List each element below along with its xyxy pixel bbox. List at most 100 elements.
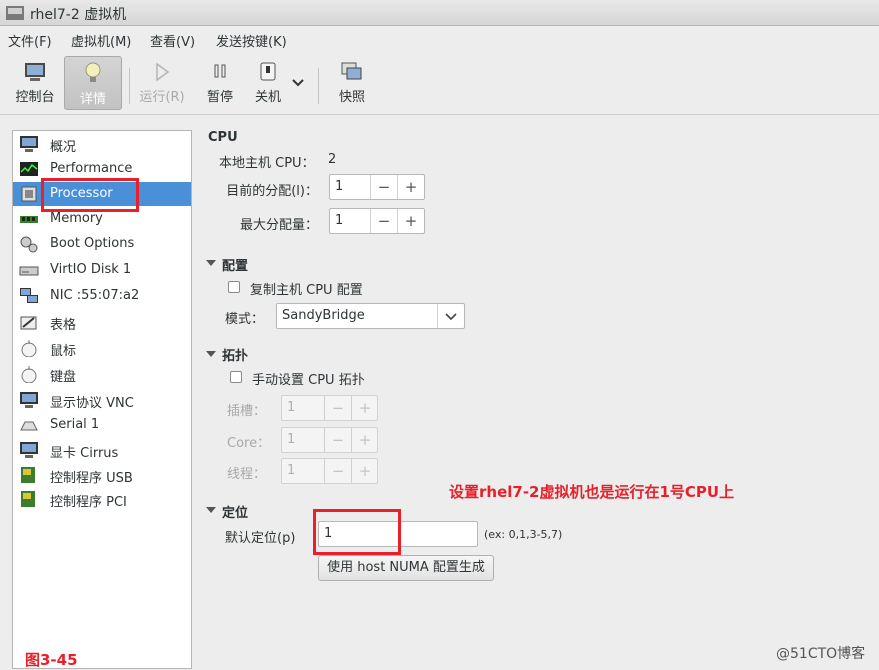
console-label: 控制台 [15, 90, 55, 105]
plus-icon[interactable]: + [351, 459, 378, 483]
max-allocation-spin[interactable]: 1 − + [329, 208, 425, 234]
memory-module-icon [20, 216, 38, 223]
sockets-spin[interactable]: 1 − + [281, 395, 378, 421]
sidebar-item-label: 鼠标 [50, 344, 77, 359]
minus-icon[interactable]: − [324, 428, 351, 452]
shutdown-button[interactable]: 关机 [250, 62, 286, 105]
cores-spin[interactable]: 1 − + [281, 427, 378, 453]
copy-host-cpu-label: 复制主机 CPU 配置 [250, 283, 363, 298]
manual-topology-checkbox[interactable] [230, 371, 242, 383]
menu-file[interactable]: 文件(F) [8, 31, 52, 50]
copy-host-cpu-checkbox[interactable] [228, 281, 240, 293]
sidebar-item-tablet[interactable]: 表格 [13, 310, 191, 334]
cores-label: Core： [227, 436, 271, 451]
sidebar-item-label: VirtIO Disk 1 [50, 262, 132, 277]
annotation-text: 设置rhel7-2虚拟机也是运行在1号CPU上 [449, 483, 735, 501]
pause-button[interactable]: 暂停 [200, 62, 240, 105]
cpu-model-select[interactable]: SandyBridge [276, 303, 465, 329]
cpu-model-value: SandyBridge [282, 308, 365, 323]
sockets-value: 1 [287, 400, 296, 415]
minus-icon[interactable]: − [324, 396, 351, 420]
sidebar-item-serial[interactable]: Serial 1 [13, 413, 191, 437]
plus-icon[interactable]: + [397, 209, 424, 233]
usb-controller-icon [21, 467, 35, 483]
lightbulb-icon [85, 62, 101, 82]
cpu-heading: CPU [208, 130, 238, 145]
threads-value: 1 [287, 463, 296, 478]
sidebar-item-mouse[interactable]: 鼠标 [13, 336, 191, 360]
current-allocation-label: 目前的分配(l)： [226, 184, 318, 199]
snapshot-icon [341, 62, 362, 80]
expander-triangle-icon[interactable] [206, 260, 216, 266]
minus-icon[interactable]: − [370, 175, 397, 199]
performance-graph-icon [20, 162, 38, 176]
sidebar-item-label: Boot Options [50, 236, 135, 251]
serial-port-icon [20, 421, 38, 431]
manual-topology-label: 手动设置 CPU 拓扑 [252, 373, 365, 388]
threads-spin[interactable]: 1 − + [281, 458, 378, 484]
details-label: 详情 [79, 92, 106, 107]
mode-label: 模式： [225, 312, 265, 327]
cores-value: 1 [287, 432, 296, 447]
sidebar-item-label: 显示协议 VNC [50, 396, 134, 411]
play-icon [156, 62, 170, 82]
topology-heading: 拓扑 [222, 349, 249, 364]
window-title: rhel7-2 虚拟机 [30, 7, 127, 23]
sidebar-item-label: 表格 [50, 318, 77, 333]
minus-icon[interactable]: − [370, 209, 397, 233]
display-icon [20, 392, 38, 408]
menu-vm[interactable]: 虚拟机(M) [71, 31, 131, 50]
sidebar-item-disk[interactable]: VirtIO Disk 1 [13, 258, 191, 282]
max-allocation-label: 最大分配量： [239, 218, 318, 233]
sidebar-item-label: Serial 1 [50, 417, 100, 432]
sidebar-item-label: Memory [50, 211, 103, 226]
menubar: 文件(F) 虚拟机(M) 查看(V) 发送按键(K) [0, 27, 879, 51]
sidebar-item-display[interactable]: 显示协议 VNC [13, 388, 191, 412]
plus-icon[interactable]: + [351, 428, 378, 452]
toolbar [0, 51, 879, 115]
monitor-icon [20, 136, 38, 152]
sidebar-item-usb-controller[interactable]: 控制程序 USB [13, 463, 191, 487]
max-allocation-value: 1 [335, 213, 344, 228]
current-allocation-spin[interactable]: 1 − + [329, 174, 425, 200]
run-label: 运行(R) [139, 90, 185, 105]
details-button[interactable]: 详情 [64, 56, 122, 110]
plus-icon[interactable]: + [397, 175, 424, 199]
pause-icon [214, 64, 226, 78]
default-pinning-label: 默认定位(p) [225, 531, 296, 546]
snapshot-button[interactable]: 快照 [330, 62, 374, 105]
chevron-down-icon [445, 313, 457, 321]
figure-label: 图3-45 [25, 651, 78, 669]
sidebar-item-keyboard[interactable]: 键盘 [13, 362, 191, 386]
run-button[interactable]: 运行(R) [136, 62, 188, 105]
menu-send-key[interactable]: 发送按键(K) [216, 31, 287, 50]
window-titlebar: rhel7-2 虚拟机 [0, 0, 879, 26]
numa-generate-button[interactable]: 使用 host NUMA 配置生成 [318, 555, 494, 581]
console-button[interactable]: 控制台 [10, 62, 60, 105]
tablet-icon [20, 316, 37, 330]
sidebar-item-nic[interactable]: NIC :55:07:a2 [13, 284, 191, 308]
expander-triangle-icon[interactable] [206, 351, 216, 357]
video-card-icon [20, 442, 38, 458]
sidebar-item-label: 显卡 Cirrus [50, 446, 119, 461]
sidebar-item-label: 键盘 [50, 370, 77, 385]
chevron-down-icon[interactable] [291, 78, 305, 88]
watermark: @51CTO博客 [776, 646, 866, 662]
sidebar-item-pci-controller[interactable]: 控制程序 PCI [13, 487, 191, 511]
gears-icon [20, 236, 38, 253]
pinning-example-hint: (ex: 0,1,3-5,7) [484, 528, 563, 541]
disk-drive-icon [19, 266, 39, 276]
power-icon [260, 62, 276, 81]
keyboard-icon [21, 366, 37, 383]
plus-icon[interactable]: + [351, 396, 378, 420]
sidebar-item-video[interactable]: 显卡 Cirrus [13, 438, 191, 462]
virt-manager-icon [6, 6, 24, 20]
sidebar-item-overview[interactable]: 概况 [13, 132, 191, 156]
minus-icon[interactable]: − [324, 459, 351, 483]
highlight-box-pinning [313, 509, 401, 555]
expander-triangle-icon[interactable] [206, 507, 216, 513]
sidebar-item-boot-options[interactable]: Boot Options [13, 232, 191, 256]
menu-view[interactable]: 查看(V) [150, 31, 195, 50]
sidebar-item-label: 控制程序 PCI [50, 495, 127, 510]
sidebar-item-label: 概况 [50, 140, 77, 155]
